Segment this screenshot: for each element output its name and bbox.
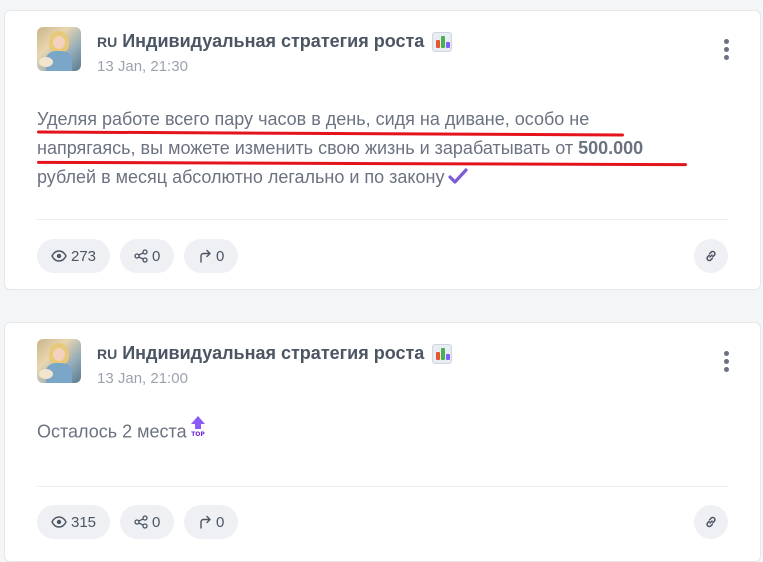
post-date: 13 Jan, 21:30 bbox=[97, 58, 188, 75]
more-options-icon[interactable] bbox=[724, 351, 730, 373]
shares-count: 0 bbox=[152, 513, 161, 531]
check-mark-icon bbox=[448, 164, 469, 193]
views-counter[interactable]: 315 bbox=[37, 505, 111, 539]
forward-arrow-icon bbox=[200, 249, 211, 263]
divider bbox=[37, 486, 728, 487]
channel-name: Индивидуальная стратегия роста bbox=[122, 343, 425, 363]
channel-title[interactable]: RU Индивидуальная стратегия роста bbox=[97, 343, 453, 364]
post-text-line: Уделяя работе всего пару часов в день, с… bbox=[37, 109, 590, 129]
forwards-counter[interactable]: 0 bbox=[184, 239, 239, 273]
link-icon bbox=[706, 516, 716, 528]
views-count: 273 bbox=[71, 247, 97, 265]
forward-arrow-icon bbox=[200, 515, 211, 529]
post-date: 13 Jan, 21:00 bbox=[97, 370, 188, 387]
share-icon bbox=[134, 249, 148, 263]
eye-icon bbox=[51, 250, 67, 262]
post-text: Осталось 2 места TOP bbox=[37, 415, 727, 448]
shares-counter[interactable]: 0 bbox=[120, 505, 175, 539]
channel-prefix: RU bbox=[97, 345, 118, 362]
top-arrow-icon: TOP bbox=[189, 415, 207, 446]
svg-text:TOP: TOP bbox=[191, 431, 205, 437]
channel-avatar[interactable] bbox=[37, 27, 81, 71]
post-card: RU Индивидуальная стратегия роста 13 Jan… bbox=[4, 10, 761, 290]
eye-icon bbox=[51, 516, 67, 528]
forwards-counter[interactable]: 0 bbox=[184, 505, 239, 539]
share-icon bbox=[134, 515, 148, 529]
channel-name: Индивидуальная стратегия роста bbox=[122, 31, 425, 51]
post-text-line: напрягаясь, вы можете изменить свою жизн… bbox=[37, 138, 644, 158]
channel-title[interactable]: RU Индивидуальная стратегия роста bbox=[97, 31, 453, 52]
views-count: 315 bbox=[71, 513, 97, 531]
more-options-icon[interactable] bbox=[724, 39, 730, 61]
post-text: Уделяя работе всего пару часов в день, с… bbox=[37, 105, 727, 193]
post-text-line: рублей в месяц абсолютно легально и по з… bbox=[37, 163, 727, 193]
bar-chart-icon bbox=[432, 343, 453, 364]
post-text-line: Осталось 2 места bbox=[37, 421, 187, 442]
post-card: RU Индивидуальная стратегия роста 13 Jan… bbox=[4, 322, 761, 562]
bar-chart-icon bbox=[432, 31, 453, 52]
highlighted-amount: 500.000 bbox=[578, 138, 644, 158]
link-icon bbox=[706, 250, 716, 262]
channel-prefix: RU bbox=[97, 33, 118, 50]
shares-counter[interactable]: 0 bbox=[120, 239, 175, 273]
forwards-count: 0 bbox=[216, 513, 225, 531]
copy-link-button[interactable] bbox=[694, 239, 728, 273]
copy-link-button[interactable] bbox=[694, 505, 728, 539]
channel-avatar[interactable] bbox=[37, 339, 81, 383]
shares-count: 0 bbox=[152, 247, 161, 265]
divider bbox=[37, 219, 728, 220]
views-counter[interactable]: 273 bbox=[37, 239, 111, 273]
forwards-count: 0 bbox=[216, 247, 225, 265]
